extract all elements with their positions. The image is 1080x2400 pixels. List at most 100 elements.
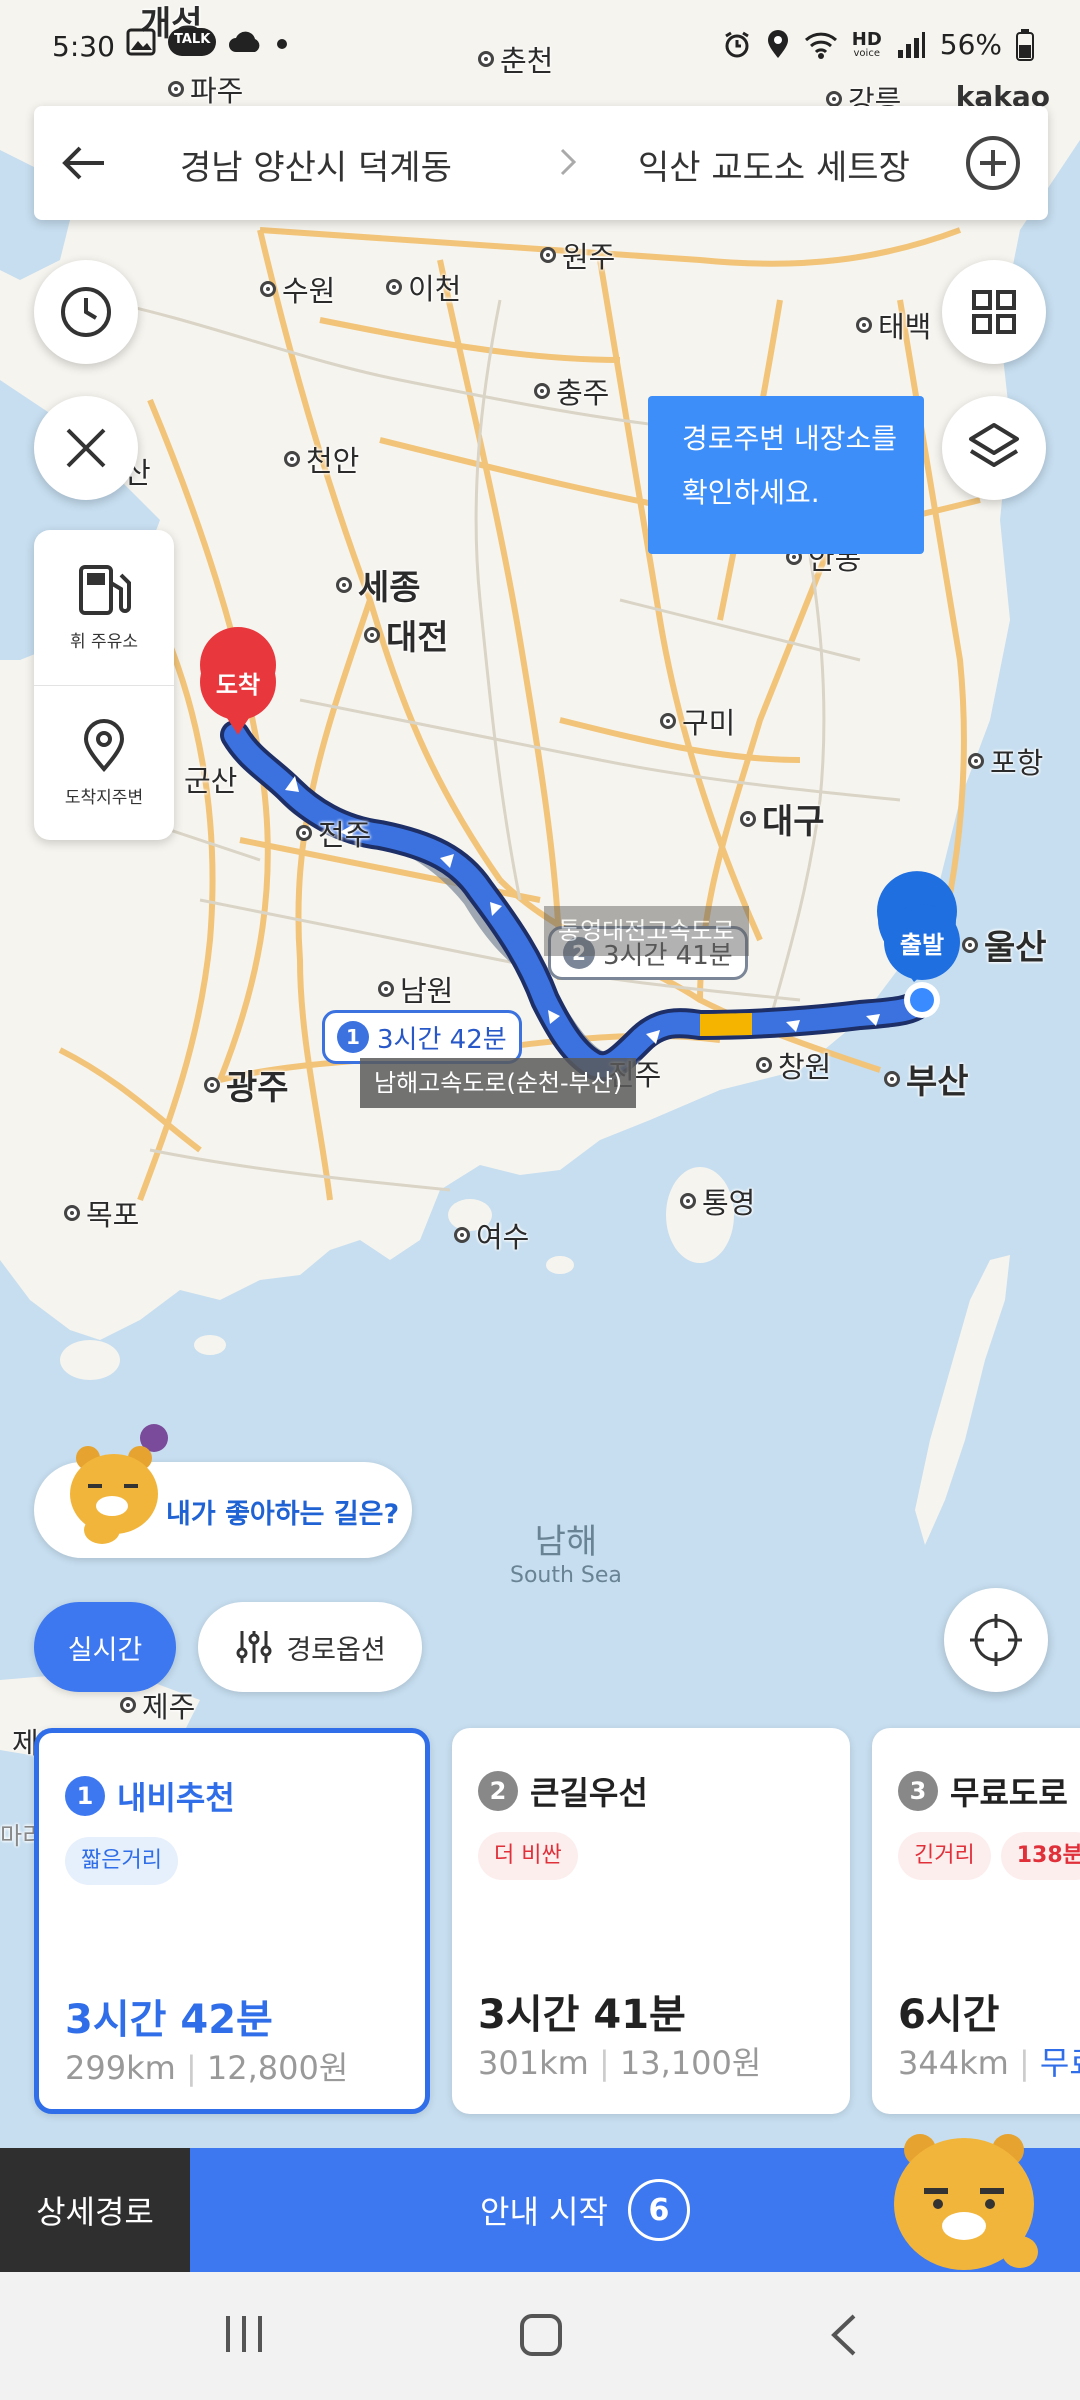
route-detail-button[interactable]: 상세경로 <box>0 2148 190 2272</box>
current-location-button[interactable] <box>944 1588 1048 1692</box>
route-name: 무료도로 <box>950 1774 1068 1812</box>
route-time: 3시간 42분 <box>65 1997 273 2043</box>
notification-icons: TALK <box>126 28 290 56</box>
route-card-2[interactable]: 2 큰길우선 더 비싼 3시간 41분 301km | 13,100원 <box>452 1728 850 2114</box>
route-tag: 더 비싼 <box>478 1832 578 1880</box>
route-card-3[interactable]: 3 무료도로 긴거리 138분 6시간 344km | 무료 <box>872 1728 1080 2114</box>
arrival-area-label: 도착지주변 <box>64 787 144 808</box>
crosshair-icon <box>970 1614 1022 1666</box>
bottom-action-bar: 상세경로 안내 시작 6 <box>0 2134 1080 2272</box>
map-side-panel: 휘 주유소 도착지주변 <box>34 530 174 840</box>
close-icon <box>66 428 106 468</box>
route-tag: 긴거리 <box>898 1832 991 1880</box>
map-label-city: 전주 <box>296 812 371 854</box>
route-1-time-label[interactable]: 1 3시간 42분 <box>322 1010 522 1064</box>
ryan-character-icon <box>70 1424 168 1544</box>
destination-pin-label[interactable]: 도착 <box>200 644 276 720</box>
route-card-header: 2 큰길우선 <box>478 1768 648 1814</box>
arrival-area-button[interactable]: 도착지주변 <box>34 685 174 840</box>
wifi-icon <box>804 32 837 59</box>
road-name-label: 남해고속도로(순천-부산) <box>360 1058 637 1108</box>
grid-icon <box>972 290 1016 334</box>
map-pin-icon <box>83 718 125 772</box>
system-icons: HD voice 56% <box>722 28 1034 61</box>
chevron-right-icon <box>560 148 577 176</box>
map-label-city: 광주 <box>204 1060 289 1109</box>
route-time: 3시간 41분 <box>478 1992 686 2038</box>
status-bar: 5:30 TALK HD voice 56% <box>0 26 1080 76</box>
menu-grid-button[interactable] <box>942 260 1046 364</box>
back-icon[interactable] <box>826 2312 862 2358</box>
jindo-island <box>60 1340 120 1380</box>
route-search-bar: 경남 양산시 덕계동 익산 교도소 세트장 <box>34 106 1048 220</box>
map-label-city: 통영 <box>680 1180 755 1222</box>
origin-pin-label[interactable]: 출발 <box>884 904 960 980</box>
route-distance-cost: 299km | 12,800원 <box>65 2049 349 2087</box>
back-button[interactable] <box>34 106 134 220</box>
route-card-1[interactable]: 1 내비추천 짧은거리 3시간 42분 299km | 12,800원 <box>34 1728 430 2114</box>
departure-time-button[interactable] <box>34 260 138 364</box>
clock-icon <box>61 287 111 337</box>
sea-label: 남해 South Sea <box>510 1522 622 1588</box>
route-1-time: 3시간 42분 <box>377 1024 507 1055</box>
map-label-city: 남원 <box>378 968 453 1010</box>
map-label-city: 여수 <box>454 1214 529 1256</box>
route-card-header: 1 내비추천 <box>65 1773 235 1819</box>
layers-icon <box>969 423 1019 467</box>
recent-apps-icon[interactable] <box>220 2312 268 2356</box>
nearby-places-tooltip[interactable]: 경로주변 내장소를 확인하세요. <box>648 396 924 554</box>
route-card-header: 3 무료도로 <box>898 1768 1068 1814</box>
sliders-icon <box>236 1631 272 1663</box>
route-options-label: 경로옵션 <box>286 1634 386 1666</box>
route-tags: 긴거리 138분 <box>898 1832 1080 1880</box>
plus-circle-icon <box>966 136 1020 190</box>
system-navigation-bar <box>0 2272 1080 2400</box>
destination-field[interactable]: 익산 교도소 세트장 <box>638 140 910 189</box>
map-label-city: 울산 <box>962 920 1047 969</box>
road-name-label-faded: 통영대전고속도로 <box>544 906 749 956</box>
origin-field[interactable]: 경남 양산시 덕계동 <box>180 140 452 189</box>
route-tags: 더 비싼 <box>478 1832 578 1880</box>
route-tag: 138분 <box>1000 1832 1080 1880</box>
cloud-icon <box>229 31 260 52</box>
route-distance-cost: 301km | 13,100원 <box>478 2044 762 2082</box>
route-distance-cost: 344km | 무료 <box>898 2044 1080 2082</box>
map-label-city: 대전 <box>364 610 449 659</box>
map-label-city: 포항 <box>968 740 1043 782</box>
gas-station-button[interactable]: 휘 주유소 <box>34 530 174 685</box>
route-options-button[interactable]: 경로옵션 <box>198 1602 422 1692</box>
map-label-city: 천안 <box>284 438 359 480</box>
tooltip-line-2: 확인하세요. <box>682 476 820 509</box>
countdown-badge: 6 <box>627 2179 690 2241</box>
map-label-city: 이천 <box>386 266 461 308</box>
status-time: 5:30 <box>52 30 115 63</box>
map-label-city: 창원 <box>756 1044 831 1086</box>
location-icon <box>767 29 788 58</box>
back-arrow-icon <box>62 146 104 180</box>
kakaotalk-icon: TALK <box>168 28 217 56</box>
map-label-city: 부산 <box>884 1054 969 1103</box>
realtime-filter-button[interactable]: 실시간 <box>34 1602 176 1692</box>
battery-icon <box>1016 28 1034 61</box>
map-label-city: 태백 <box>856 304 931 346</box>
gas-station-icon <box>79 565 131 615</box>
map-layers-button[interactable] <box>942 396 1046 500</box>
close-button[interactable] <box>34 396 138 500</box>
small-island <box>194 1335 226 1355</box>
alarm-icon <box>724 31 749 57</box>
map-label-city: 구미 <box>660 700 735 742</box>
map-label-city: 군산 <box>184 764 238 798</box>
home-icon[interactable] <box>518 2312 564 2358</box>
tooltip-line-1: 경로주변 내장소를 <box>682 422 897 455</box>
dot-icon <box>277 39 288 49</box>
route-number-badge: 3 <box>898 1771 938 1811</box>
route-number-badge: 1 <box>65 1776 105 1816</box>
promo-text: 내가 좋아하는 길은? <box>166 1499 400 1530</box>
add-waypoint-button[interactable] <box>964 134 1022 196</box>
route-tags: 짧은거리 <box>65 1837 178 1885</box>
map-label-city: 대구 <box>740 794 825 843</box>
map-label-city: 목포 <box>64 1192 139 1234</box>
route-number-badge: 2 <box>478 1771 518 1811</box>
route-preference-promo[interactable]: 내가 좋아하는 길은? <box>34 1424 412 1558</box>
signal-icon <box>897 31 925 58</box>
